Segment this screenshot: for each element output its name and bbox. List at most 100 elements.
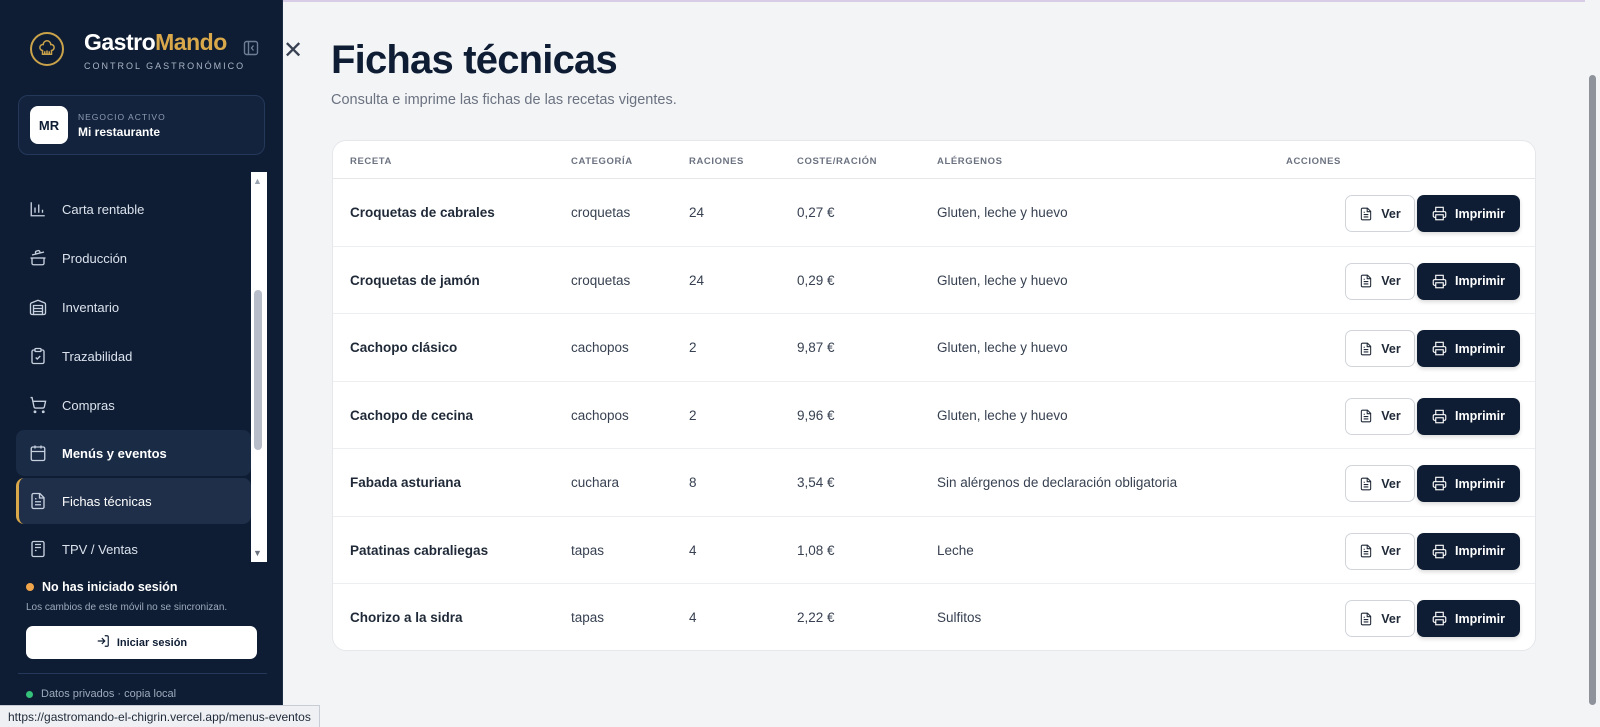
print-button[interactable]: Imprimir: [1417, 262, 1520, 300]
warehouse-icon: [28, 297, 48, 317]
login-button[interactable]: Iniciar sesión: [26, 626, 257, 659]
sidebar-nav: Carta rentable Producción Inventario Tra…: [0, 172, 268, 562]
business-avatar: MR: [30, 106, 68, 144]
recipe-cost: 0,29 €: [797, 272, 835, 288]
recipe-cost: 9,87 €: [797, 340, 835, 355]
table-row: Croquetas de cabrales croquetas 24 0,27 € Gl…: [333, 179, 1535, 247]
active-business-card[interactable]: MR NEGOCIO ACTIVO Mi restaurante: [18, 95, 265, 155]
printer-icon: [1432, 544, 1447, 559]
calendar-icon: [28, 443, 48, 463]
document-icon: [1359, 342, 1373, 356]
column-header-actions: ACCIONES: [1286, 156, 1341, 167]
sidebar-item-carta-rentable[interactable]: Carta rentable: [16, 186, 251, 232]
table-row: Cachopo clásico cachopos 2 9,87 € Gluten, le…: [333, 314, 1535, 382]
recipe-portions: 2: [689, 407, 697, 423]
recipe-cost: 9,96 €: [797, 407, 835, 423]
print-label: Imprimir: [1454, 611, 1505, 626]
sidebar-item-tpv-ventas[interactable]: TPV / Ventas: [16, 526, 251, 562]
view-button[interactable]: Ver: [1345, 397, 1415, 435]
printer-icon: [1432, 409, 1447, 424]
view-label: Ver: [1381, 409, 1401, 423]
recipe-portions: 24: [689, 205, 705, 220]
recipe-portions: 8: [689, 475, 697, 490]
sidebar-scrollbar-thumb[interactable]: [254, 290, 262, 450]
column-header-cost[interactable]: COSTE/RACIÓN: [797, 156, 877, 167]
column-header-allergens[interactable]: ALÉRGENOS: [937, 156, 1003, 167]
recipe-category: cachopos: [571, 407, 629, 423]
page-title: Fichas técnicas: [331, 38, 618, 82]
sidebar-item-produccion[interactable]: Producción: [16, 235, 251, 281]
sidebar-item-menus-eventos[interactable]: Menús y eventos: [16, 430, 251, 476]
print-button[interactable]: Imprimir: [1417, 465, 1520, 502]
view-label: Ver: [1381, 544, 1401, 558]
table-row: Chorizo a la sidra tapas 4 2,22 € Sulfitos Ve…: [333, 584, 1535, 650]
page-scrollbar-thumb[interactable]: [1589, 75, 1596, 705]
print-label: Imprimir: [1454, 544, 1505, 558]
sidebar-item-fichas-tecnicas[interactable]: Fichas técnicas: [16, 478, 251, 524]
view-label: Ver: [1381, 274, 1401, 288]
view-button[interactable]: Ver: [1345, 600, 1415, 637]
recipe-name: Croquetas de jamón: [350, 272, 480, 288]
view-button[interactable]: Ver: [1345, 532, 1415, 570]
view-button[interactable]: Ver: [1345, 465, 1415, 502]
recipe-portions: 4: [689, 610, 697, 625]
view-button[interactable]: Ver: [1345, 330, 1415, 367]
sidebar-item-label: Inventario: [62, 299, 120, 315]
sidebar-item-label: Compras: [62, 397, 115, 413]
scroll-up-arrow-icon[interactable]: ▲: [253, 176, 262, 186]
document-icon: [28, 491, 48, 511]
print-button[interactable]: Imprimir: [1417, 600, 1520, 637]
recipe-cost: 3,54 €: [797, 475, 835, 490]
privacy-dot-icon: [26, 690, 33, 698]
sidebar-item-label: Producción: [62, 250, 128, 266]
chef-hat-logo-icon: [30, 32, 64, 66]
table-row: Cachopo de cecina cachopos 2 9,96 € Gluten, …: [333, 382, 1535, 449]
sidebar-item-trazabilidad[interactable]: Trazabilidad: [16, 333, 251, 379]
recipe-allergens: Sin alérgenos de declaración obligatoria: [937, 475, 1178, 490]
brand[interactable]: GastroMando CONTROL GASTRONÓMICO: [30, 30, 245, 71]
recipe-cost: 1,08 €: [797, 542, 835, 558]
sidebar: GastroMando CONTROL GASTRONÓMICO MR NEGO…: [0, 0, 283, 727]
sidebar-item-label: Carta rentable: [62, 201, 145, 217]
table-row: Croquetas de jamón croquetas 24 0,29 € Glute…: [333, 247, 1535, 314]
recipe-name: Patatinas cabraliegas: [350, 542, 489, 558]
sidebar-item-label: Trazabilidad: [62, 348, 133, 364]
recipe-category: croquetas: [571, 205, 631, 220]
status-bar-url: https://gastromando-el-chigrin.vercel.ap…: [0, 705, 320, 727]
scroll-down-arrow-icon[interactable]: ▼: [253, 548, 262, 558]
view-button[interactable]: Ver: [1345, 262, 1415, 300]
document-icon: [1359, 544, 1373, 558]
column-header-portions[interactable]: RACIONES: [689, 156, 744, 167]
print-button[interactable]: Imprimir: [1417, 397, 1520, 435]
recipe-category: tapas: [571, 542, 605, 558]
clipboard-check-icon: [28, 346, 48, 366]
column-header-recipe[interactable]: RECETA: [350, 156, 392, 167]
login-label: Iniciar sesión: [116, 636, 188, 649]
recipe-allergens: Gluten, leche y huevo: [937, 272, 1068, 288]
session-status: No has iniciado sesión Los cambios de es…: [26, 580, 227, 613]
recipe-portions: 4: [689, 542, 697, 558]
recipe-allergens: Gluten, leche y huevo: [937, 205, 1068, 220]
register-icon: [28, 539, 48, 559]
sidebar-item-inventario[interactable]: Inventario: [16, 284, 251, 330]
recipe-allergens: Gluten, leche y huevo: [937, 407, 1068, 423]
column-header-category[interactable]: CATEGORÍA: [571, 156, 633, 167]
view-button[interactable]: Ver: [1345, 195, 1415, 232]
printer-icon: [1432, 206, 1447, 221]
business-label: NEGOCIO ACTIVO: [78, 111, 166, 122]
recipe-allergens: Sulfitos: [937, 610, 982, 625]
print-button[interactable]: Imprimir: [1417, 330, 1520, 367]
document-icon: [1359, 409, 1373, 423]
collapse-sidebar-icon[interactable]: [243, 40, 259, 56]
printer-icon: [1432, 476, 1447, 491]
status-dot-icon: [26, 583, 34, 591]
document-icon: [1359, 207, 1373, 221]
print-label: Imprimir: [1454, 206, 1505, 221]
table-row: Fabada asturiana cuchara 8 3,54 € Sin alérge…: [333, 449, 1535, 517]
cart-icon: [28, 395, 48, 415]
sidebar-item-compras[interactable]: Compras: [16, 382, 251, 428]
view-label: Ver: [1381, 341, 1401, 356]
print-button[interactable]: Imprimir: [1417, 195, 1520, 232]
close-icon[interactable]: ✕: [283, 36, 303, 65]
print-button[interactable]: Imprimir: [1417, 532, 1520, 570]
